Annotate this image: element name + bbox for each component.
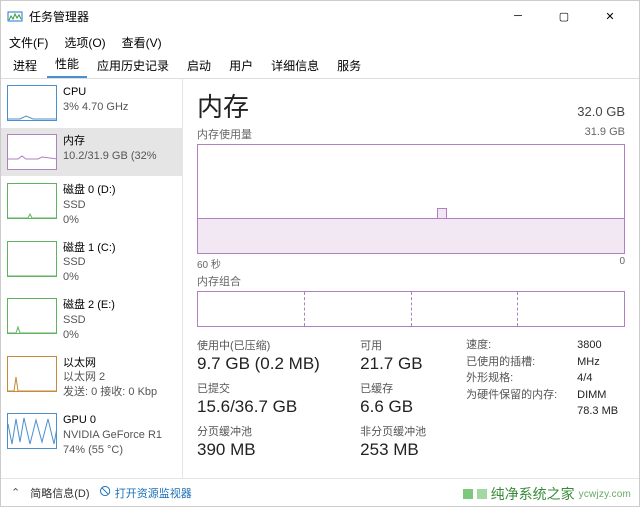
sidebar-item-cpu[interactable]: CPU3% 4.70 GHz <box>1 79 182 128</box>
page-title: 内存 <box>197 87 249 124</box>
sidebar-item-ethernet[interactable]: 以太网以太网 2发送: 0 接收: 0 Kbp <box>1 350 182 408</box>
brief-info-link[interactable]: 简略信息(D) <box>30 485 89 501</box>
menu-options[interactable]: 选项(O) <box>60 32 109 53</box>
menu-view[interactable]: 查看(V) <box>118 32 166 53</box>
perf-sidebar: CPU3% 4.70 GHz 内存10.2/31.9 GB (32% 磁盘 0 … <box>1 79 183 478</box>
close-button[interactable]: ✕ <box>587 1 633 31</box>
cpu-thumb <box>7 85 57 121</box>
commit-value: 15.6/36.7 GB <box>197 397 340 417</box>
nonpaged-value: 253 MB <box>360 440 446 460</box>
paged-value: 390 MB <box>197 440 340 460</box>
sidebar-item-disk1[interactable]: 磁盘 1 (C:)SSD0% <box>1 235 182 293</box>
hw-label: 为硬件保留的内存: <box>466 387 557 404</box>
open-resmon-link[interactable]: 🛇 打开资源监视器 <box>100 483 192 502</box>
avail-value: 21.7 GB <box>360 354 446 374</box>
app-icon <box>7 8 23 24</box>
tab-performance[interactable]: 性能 <box>47 51 87 78</box>
sidebar-item-disk0[interactable]: 磁盘 0 (D:)SSD0% <box>1 177 182 235</box>
tab-bar: 进程 性能 应用历史记录 启动 用户 详细信息 服务 <box>1 53 639 79</box>
inuse-value: 9.7 GB (0.2 MB) <box>197 354 340 374</box>
avail-label: 可用 <box>360 337 446 353</box>
tab-services[interactable]: 服务 <box>329 53 369 78</box>
task-manager-window: 任务管理器 ─ ▢ ✕ 文件(F) 选项(O) 查看(V) 进程 性能 应用历史… <box>0 0 640 507</box>
sidebar-item-gpu0[interactable]: GPU 0NVIDIA GeForce R174% (55 °C) <box>1 407 182 465</box>
chevron-up-icon[interactable]: ⌃ <box>11 486 20 499</box>
tab-processes[interactable]: 进程 <box>5 53 45 78</box>
net-thumb <box>7 356 57 392</box>
axis-right: 0 <box>619 256 625 271</box>
maximize-button[interactable]: ▢ <box>541 1 587 31</box>
status-bar: ⌃ 简略信息(D) 🛇 打开资源监视器 <box>1 478 639 506</box>
tab-details[interactable]: 详细信息 <box>263 53 327 78</box>
nonpaged-label: 非分页缓冲池 <box>360 423 446 439</box>
cached-label: 已缓存 <box>360 380 446 396</box>
tab-apphistory[interactable]: 应用历史记录 <box>89 53 177 78</box>
menu-bar: 文件(F) 选项(O) 查看(V) <box>1 31 639 53</box>
tab-users[interactable]: 用户 <box>221 53 261 78</box>
disk0-thumb <box>7 183 57 219</box>
gpu-thumb <box>7 413 57 449</box>
disk1-thumb <box>7 241 57 277</box>
form-label: 外形规格: <box>466 370 513 387</box>
sidebar-item-disk2[interactable]: 磁盘 2 (E:)SSD0% <box>1 292 182 350</box>
chart-fill <box>198 218 624 253</box>
usage-max: 31.9 GB <box>585 126 625 142</box>
disk2-thumb <box>7 298 57 334</box>
speed-label: 速度: <box>466 337 491 354</box>
minimize-button[interactable]: ─ <box>495 1 541 31</box>
form-value: DIMM <box>577 387 606 404</box>
chart-bump <box>437 208 447 218</box>
memory-composition-chart[interactable] <box>197 291 625 327</box>
usage-label: 内存使用量 <box>197 126 252 142</box>
title-text: 任务管理器 <box>29 8 89 25</box>
paged-label: 分页缓冲池 <box>197 423 340 439</box>
axis-left: 60 秒 <box>197 256 221 271</box>
resmon-icon: 🛇 <box>100 483 111 502</box>
cached-value: 6.6 GB <box>360 397 446 417</box>
main-panel: 内存 32.0 GB 内存使用量 31.9 GB 60 秒 0 内存组合 <box>183 79 639 478</box>
speed-value: 3800 MHz <box>577 337 625 370</box>
hw-value: 78.3 MB <box>577 403 618 420</box>
slots-label: 已使用的插槽: <box>466 354 535 371</box>
commit-label: 已提交 <box>197 380 340 396</box>
memory-usage-chart[interactable] <box>197 144 625 254</box>
titlebar[interactable]: 任务管理器 ─ ▢ ✕ <box>1 1 639 31</box>
tab-startup[interactable]: 启动 <box>179 53 219 78</box>
capacity-label: 32.0 GB <box>577 104 625 119</box>
slots-value: 4/4 <box>577 370 592 387</box>
menu-file[interactable]: 文件(F) <box>5 32 52 53</box>
inuse-label: 使用中(已压缩) <box>197 337 340 353</box>
memory-thumb <box>7 134 57 170</box>
composition-label: 内存组合 <box>197 273 241 289</box>
sidebar-item-memory[interactable]: 内存10.2/31.9 GB (32% <box>1 128 182 177</box>
